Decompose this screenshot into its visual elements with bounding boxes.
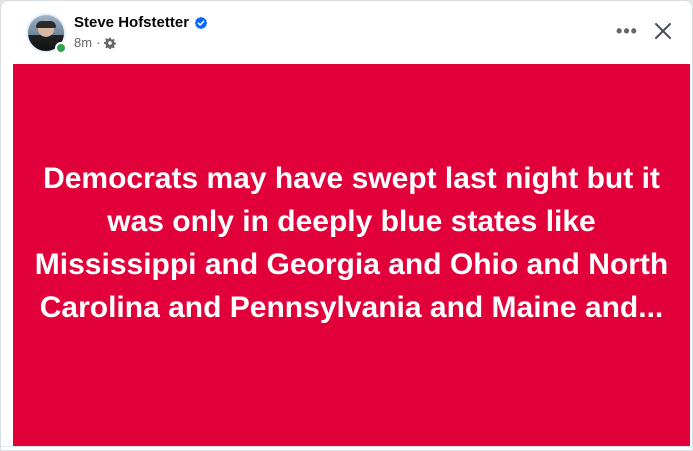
post-meta: 8m · bbox=[74, 35, 117, 50]
post-timestamp[interactable]: 8m bbox=[74, 35, 92, 50]
online-status-dot bbox=[55, 42, 67, 54]
verified-badge-icon bbox=[194, 16, 208, 29]
post-background: Democrats may have swept last night but … bbox=[13, 64, 690, 446]
post-card: Steve Hofstetter 8m · ••• Democrats may … bbox=[0, 0, 693, 451]
post-header: Steve Hofstetter 8m · ••• bbox=[1, 1, 692, 64]
gear-icon[interactable] bbox=[104, 37, 117, 49]
author-name[interactable]: Steve Hofstetter bbox=[74, 14, 189, 31]
author-row: Steve Hofstetter bbox=[74, 14, 208, 31]
close-icon bbox=[655, 23, 671, 39]
more-options-button[interactable]: ••• bbox=[609, 16, 645, 46]
author-avatar-link[interactable] bbox=[26, 13, 67, 54]
post-text: Democrats may have swept last night but … bbox=[34, 162, 669, 324]
meta-separator: · bbox=[96, 35, 101, 50]
post-footer-divider bbox=[1, 446, 692, 450]
close-button[interactable] bbox=[647, 15, 679, 47]
